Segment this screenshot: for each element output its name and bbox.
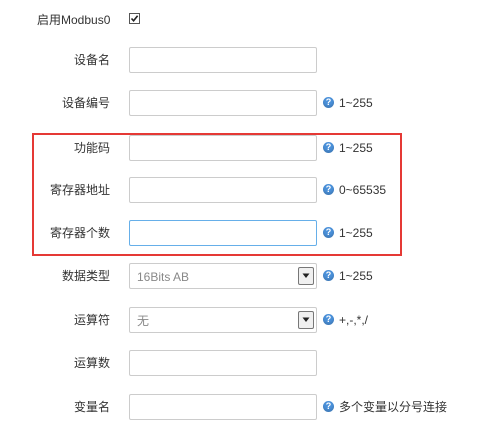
variable-name-label: 变量名: [73, 400, 110, 414]
variable-name-hint: 多个变量以分号连接: [339, 400, 448, 414]
device-number-label: 设备编号: [61, 96, 110, 110]
help-icon[interactable]: ?: [323, 227, 334, 238]
help-icon[interactable]: ?: [323, 142, 334, 153]
checkmark-icon: [130, 15, 139, 23]
help-icon[interactable]: ?: [323, 184, 334, 195]
help-icon[interactable]: ?: [323, 314, 334, 325]
operator-select[interactable]: 无: [129, 307, 317, 333]
data-type-hint: 1~255: [339, 269, 373, 283]
register-count-label: 寄存器个数: [49, 226, 110, 240]
device-number-input[interactable]: [129, 90, 317, 116]
data-type-label: 数据类型: [61, 269, 110, 283]
function-code-row: 功能码 ? 1~255: [0, 133, 497, 163]
enable-modbus-checkbox[interactable]: [129, 13, 140, 24]
operator-label: 运算符: [73, 313, 110, 327]
data-type-selected-value: 16Bits AB: [137, 270, 190, 284]
variable-name-row: 变量名 ? 多个变量以分号连接: [0, 392, 497, 422]
enable-modbus-row: 启用Modbus0: [0, 5, 497, 35]
data-type-select[interactable]: 16Bits AB: [129, 263, 317, 289]
register-count-row: 寄存器个数 ? 1~255: [0, 218, 497, 248]
operand-input[interactable]: [129, 350, 317, 376]
help-icon[interactable]: ?: [323, 97, 334, 108]
device-number-hint: 1~255: [339, 96, 373, 110]
register-count-hint: 1~255: [339, 226, 373, 240]
variable-name-input[interactable]: [129, 394, 317, 420]
register-address-label: 寄存器地址: [49, 183, 110, 197]
function-code-input[interactable]: [129, 135, 317, 161]
chevron-down-icon[interactable]: [298, 267, 314, 285]
operand-row: 运算数: [0, 348, 497, 378]
help-icon[interactable]: ?: [323, 270, 334, 281]
function-code-hint: 1~255: [339, 141, 373, 155]
device-name-input[interactable]: [129, 47, 317, 73]
operator-hint: +,-,*,/: [339, 313, 369, 327]
function-code-label: 功能码: [73, 141, 110, 155]
register-address-row: 寄存器地址 ? 0~65535: [0, 175, 497, 205]
device-name-label: 设备名: [73, 53, 110, 67]
register-count-input[interactable]: [129, 220, 317, 246]
device-number-row: 设备编号 ? 1~255: [0, 88, 497, 118]
device-name-row: 设备名: [0, 45, 497, 75]
enable-modbus-label: 启用Modbus0: [37, 13, 111, 27]
operator-selected-value: 无: [137, 314, 150, 328]
chevron-down-icon[interactable]: [298, 311, 314, 329]
register-address-hint: 0~65535: [339, 183, 387, 197]
operand-label: 运算数: [73, 356, 110, 370]
operator-row: 运算符 无 ? +,-,*,/: [0, 305, 497, 335]
help-icon[interactable]: ?: [323, 401, 334, 412]
register-address-input[interactable]: [129, 177, 317, 203]
data-type-row: 数据类型 16Bits AB ? 1~255: [0, 261, 497, 291]
